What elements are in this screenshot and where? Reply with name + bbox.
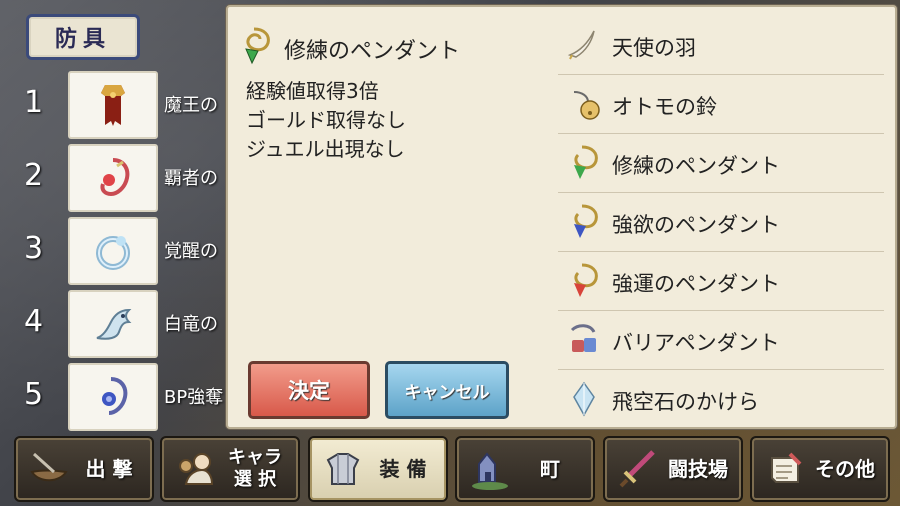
description-line: 経験値取得3倍 <box>246 79 379 103</box>
ring-icon <box>68 217 158 285</box>
description-line: ゴールド取得なし <box>246 108 406 132</box>
description-line: ジュエル出現なし <box>246 137 405 161</box>
item-label: 強運のペンダント <box>612 272 780 296</box>
item-label: 強欲のペンダント <box>612 213 780 237</box>
nav-label: 闘技場 <box>668 457 728 481</box>
item-label: バリアペンダント <box>612 331 780 355</box>
list-item-name: 白竜の <box>164 314 218 335</box>
barrier-pendant-icon <box>564 320 604 360</box>
green-pendant-icon <box>234 25 276 67</box>
feather-icon <box>564 25 604 65</box>
nav-arena[interactable]: 闘技場 <box>603 436 743 502</box>
list-number: 3 <box>24 231 44 266</box>
bell-icon <box>564 84 604 124</box>
item-description: 経験値取得3倍 ゴールド取得なし ジュエル出現なし <box>246 77 406 164</box>
nav-character-select[interactable]: キャラ 選 択 <box>160 436 300 502</box>
list-item[interactable]: オトモの鈴 <box>558 75 884 134</box>
nav-sortie[interactable]: 出 撃 <box>14 436 154 502</box>
item-select-dialog: 修練のペンダント 経験値取得3倍 ゴールド取得なし ジュエル出現なし 決定 キャ… <box>226 5 897 429</box>
blue-pendant-icon <box>68 363 158 431</box>
list-item[interactable]: 天使の羽 <box>558 16 884 75</box>
sword-icon <box>615 446 661 492</box>
selected-item-title: 修練のペンダント <box>284 39 461 64</box>
list-item[interactable]: バリアペンダント <box>558 311 884 370</box>
item-label: 飛空石のかけら <box>612 390 759 414</box>
list-item[interactable]: 強欲のペンダント <box>558 193 884 252</box>
list-item[interactable]: 3 覚醒の <box>0 217 250 285</box>
list-item-name: BP強奪 <box>164 387 224 408</box>
red-pendant-icon <box>564 261 604 301</box>
scroll-icon <box>762 446 808 492</box>
list-number: 2 <box>24 158 44 193</box>
town-icon <box>467 446 513 492</box>
dragon-icon <box>68 290 158 358</box>
crystal-icon <box>564 379 604 419</box>
sortie-icon <box>26 446 72 492</box>
armor-icon <box>320 446 366 492</box>
nav-label: 装 備 <box>379 457 427 481</box>
item-label: 天使の羽 <box>612 36 696 60</box>
nav-other[interactable]: その他 <box>750 436 890 502</box>
accessory-list: 天使の羽 オトモの鈴 修練のペンダント 強欲のペンダント 強運のペンダント バリ… <box>558 16 884 428</box>
list-number: 5 <box>24 377 44 412</box>
list-item-name: 魔王の <box>164 95 218 116</box>
blue-pendant-icon <box>564 202 604 242</box>
nav-equipment[interactable]: 装 備 <box>308 436 448 502</box>
nav-label: 出 撃 <box>85 457 133 481</box>
list-number: 1 <box>24 85 44 120</box>
list-item[interactable]: 強運のペンダント <box>558 252 884 311</box>
item-label: 修練のペンダント <box>612 154 780 178</box>
nav-label: キャラ 選 択 <box>228 447 282 490</box>
character-icon <box>172 446 218 492</box>
item-label: オトモの鈴 <box>612 95 717 119</box>
nav-label: 町 <box>540 457 560 481</box>
confirm-button[interactable]: 決定 <box>248 361 370 419</box>
list-item[interactable]: 飛空石のかけら <box>558 370 884 428</box>
cape-icon <box>68 71 158 139</box>
red-amulet-icon <box>68 144 158 212</box>
list-item[interactable]: 修練のペンダント <box>558 134 884 193</box>
green-pendant-icon <box>564 143 604 183</box>
nav-label: その他 <box>815 457 875 481</box>
list-number: 4 <box>24 304 44 339</box>
cancel-button[interactable]: キャンセル <box>385 361 509 419</box>
list-item[interactable]: 4 白竜の <box>0 290 250 358</box>
nav-town[interactable]: 町 <box>455 436 595 502</box>
list-item[interactable]: 1 魔王の <box>0 71 250 139</box>
category-tab[interactable]: 防具 <box>26 14 140 60</box>
list-item[interactable]: 5 BP強奪 <box>0 363 250 431</box>
list-item-name: 覇者の <box>164 168 218 189</box>
list-item-name: 覚醒の <box>164 241 218 262</box>
list-item[interactable]: 2 覇者の <box>0 144 250 212</box>
